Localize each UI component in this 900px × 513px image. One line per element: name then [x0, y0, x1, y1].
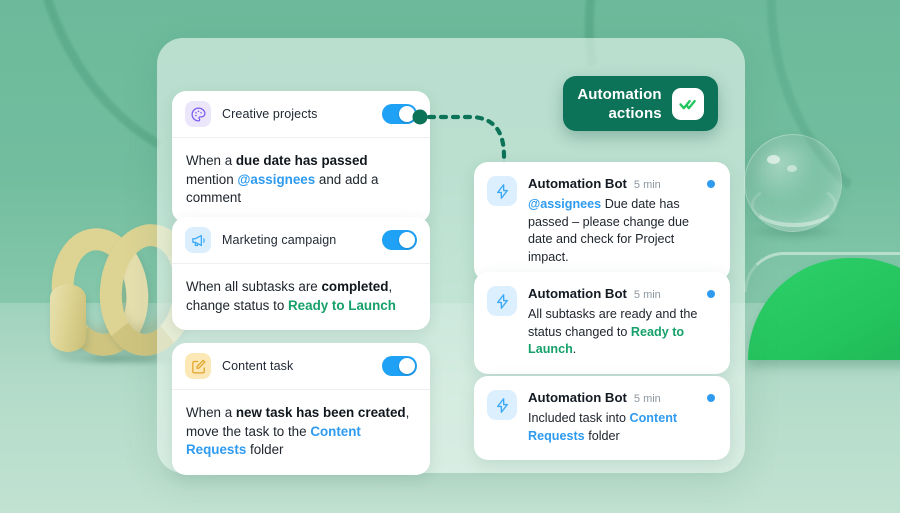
glass-sphere-decoration	[744, 134, 842, 232]
sphere-highlight	[767, 155, 780, 164]
notification-body: All subtasks are ready and the status ch…	[528, 306, 715, 359]
rule-card-header: Content task	[172, 343, 430, 390]
bolt-icon	[487, 286, 517, 316]
rule-text-bold: new task has been created	[235, 405, 406, 420]
unread-indicator	[707, 179, 715, 188]
notification-mention-link[interactable]: @assignees	[528, 197, 601, 211]
rule-text-bold: due date has passed	[235, 153, 368, 168]
rule-text-segment: folder	[246, 442, 284, 457]
rule-text-segment: When all subtasks are	[186, 279, 322, 294]
rule-text-segment: When a	[186, 153, 236, 168]
badge-line-2: actions	[608, 104, 662, 122]
rule-status-link[interactable]: Ready to Launch	[288, 298, 396, 313]
rule-title: Content task	[222, 359, 294, 373]
bolt-icon	[487, 390, 517, 420]
palette-icon	[185, 101, 211, 127]
badge-line-1: Automation	[577, 85, 662, 103]
rule-toggle-marketing-campaign[interactable]	[382, 230, 417, 250]
screenshot-stage: Creative projects When a due date has pa…	[0, 0, 900, 513]
rule-title: Creative projects	[222, 107, 318, 121]
coil-stub	[50, 284, 86, 352]
rule-description: When a new task has been created, move t…	[172, 390, 430, 475]
rule-text-bold: completed	[321, 279, 389, 294]
unread-indicator	[707, 289, 715, 298]
rule-title: Marketing campaign	[222, 233, 337, 247]
sphere-highlight	[787, 165, 797, 172]
bolt-icon	[487, 176, 517, 206]
notification-content: Automation Bot 5 min @assignees Due date…	[528, 176, 715, 266]
automation-actions-badge: Automation actions	[563, 76, 718, 131]
notification-text-segment: folder	[584, 428, 620, 443]
notification-header: Automation Bot 5 min	[528, 286, 715, 301]
connector-start-dot	[412, 109, 428, 125]
automation-panel: Creative projects When a due date has pa…	[157, 38, 745, 475]
notification-timestamp: 5 min	[633, 393, 661, 405]
notification-header: Automation Bot 5 min	[528, 390, 715, 405]
edit-square-icon	[185, 353, 211, 379]
rule-toggle-content-task[interactable]	[382, 356, 417, 376]
green-half-disc-rim	[744, 252, 900, 292]
rule-text-segment: mention	[186, 171, 238, 187]
sphere-arc	[751, 183, 837, 227]
automation-actions-label: Automation actions	[577, 85, 661, 123]
toggle-knob	[399, 358, 415, 374]
double-check-icon	[671, 87, 704, 120]
notification-header: Automation Bot 5 min	[528, 176, 715, 191]
rule-card-creative-projects[interactable]: Creative projects When a due date has pa…	[172, 91, 430, 223]
notification-timestamp: 5 min	[633, 179, 661, 191]
notification-content: Automation Bot 5 min All subtasks are re…	[528, 286, 715, 359]
rule-description: When a due date has passed mention @assi…	[172, 138, 430, 223]
notification-card-included-task[interactable]: Automation Bot 5 min Included task into …	[474, 376, 730, 460]
notification-sender: Automation Bot	[528, 286, 627, 301]
megaphone-icon	[185, 227, 211, 253]
notification-body: @assignees Due date has passed – please …	[528, 196, 715, 266]
notification-sender: Automation Bot	[528, 390, 627, 405]
notification-text-segment: .	[572, 342, 577, 356]
rule-description: When all subtasks are completed, change …	[172, 264, 430, 330]
notification-body: Included task into Content Requests fold…	[528, 410, 715, 445]
rule-card-content-task[interactable]: Content task When a new task has been cr…	[172, 343, 430, 475]
rule-card-header: Marketing campaign	[172, 217, 430, 264]
notification-timestamp: 5 min	[633, 289, 661, 301]
rule-text-segment: When a	[186, 405, 236, 420]
toggle-knob	[399, 232, 415, 248]
rule-card-header: Creative projects	[172, 91, 430, 138]
unread-indicator	[707, 393, 715, 402]
notification-card-subtasks-ready[interactable]: Automation Bot 5 min All subtasks are re…	[474, 272, 730, 374]
rule-mention-link[interactable]: @assignees	[237, 172, 315, 187]
rule-card-marketing-campaign[interactable]: Marketing campaign When all subtasks are…	[172, 217, 430, 330]
notification-sender: Automation Bot	[528, 176, 627, 191]
notification-text-segment: Included task into	[528, 411, 630, 425]
notification-content: Automation Bot 5 min Included task into …	[528, 390, 715, 445]
notification-card-due-date[interactable]: Automation Bot 5 min @assignees Due date…	[474, 162, 730, 281]
